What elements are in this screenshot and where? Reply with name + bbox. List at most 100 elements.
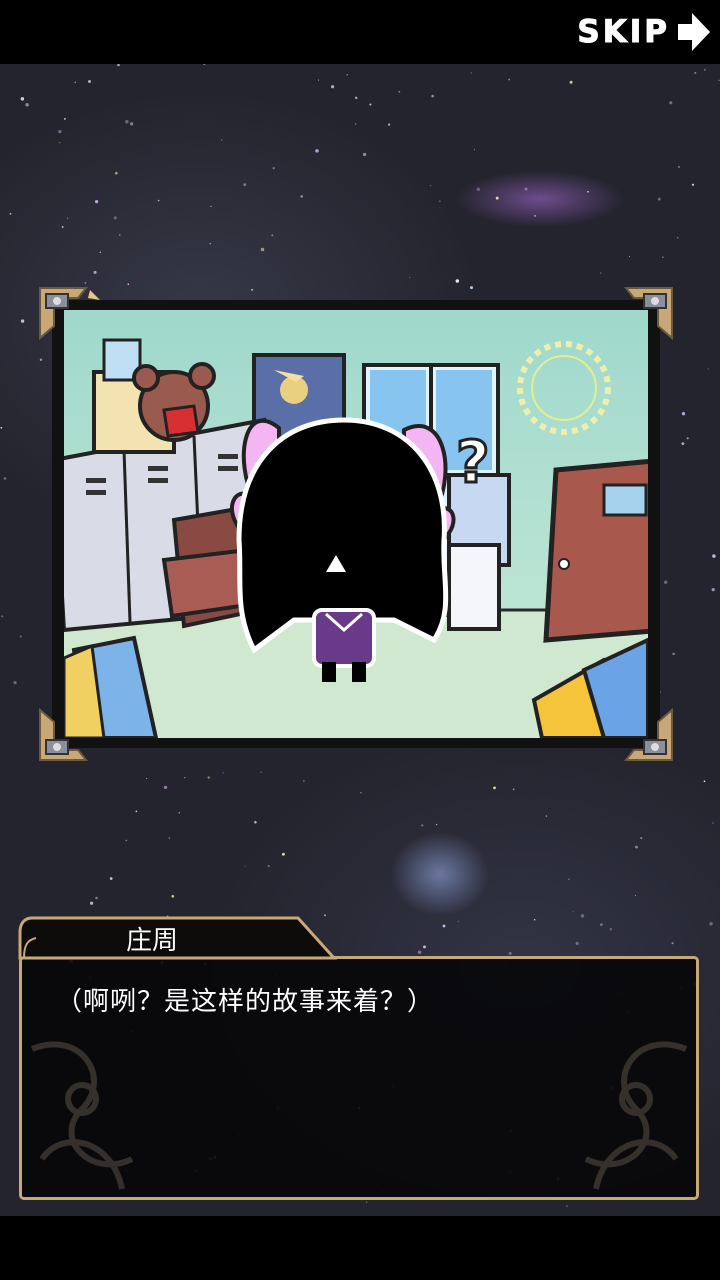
star <box>707 368 709 370</box>
star <box>455 279 460 283</box>
top-bar: SKIP <box>0 0 720 64</box>
door <box>543 458 648 643</box>
star <box>534 215 536 217</box>
star <box>664 580 668 584</box>
star <box>439 200 441 203</box>
dialog-text: （啊咧？是这样的故事来着？） <box>56 987 435 1017</box>
star <box>671 942 674 945</box>
star <box>435 823 438 826</box>
star <box>20 97 25 101</box>
star <box>580 914 585 918</box>
star <box>157 199 160 202</box>
star <box>221 139 223 141</box>
skip-button[interactable]: SKIP <box>577 8 712 56</box>
teddy-bear <box>132 362 216 442</box>
star <box>210 205 212 208</box>
speaker-name: 庄周 <box>126 926 179 956</box>
skip-label: SKIP <box>577 14 670 51</box>
star <box>89 901 94 905</box>
speaker-name-plate: 庄周 <box>18 914 338 960</box>
star <box>251 288 254 291</box>
star <box>360 792 362 794</box>
star <box>25 103 29 107</box>
game-screen[interactable]: SKIP ? （啊咧？是这样的故事来着？） 庄周 <box>0 0 720 1280</box>
star <box>222 772 224 774</box>
star <box>1 615 4 618</box>
star <box>300 195 303 198</box>
star <box>409 276 411 278</box>
star <box>125 119 129 124</box>
star <box>19 635 22 638</box>
star <box>135 810 138 813</box>
star <box>691 183 695 186</box>
star <box>686 437 689 440</box>
star <box>609 927 613 931</box>
star <box>119 234 121 236</box>
star <box>129 122 134 126</box>
star <box>681 442 685 446</box>
star <box>704 69 706 71</box>
star <box>113 216 117 220</box>
star <box>676 236 679 239</box>
star <box>362 152 367 157</box>
star <box>178 811 181 814</box>
star <box>13 681 17 685</box>
frame-corner-ornament <box>623 707 673 761</box>
frame-corner-ornament <box>39 287 100 341</box>
star <box>476 187 481 191</box>
star <box>39 358 43 361</box>
story-scene-illustration: ? <box>64 310 648 738</box>
star <box>508 78 511 81</box>
star <box>495 196 499 200</box>
star <box>243 183 247 187</box>
star <box>281 852 285 856</box>
star <box>207 776 210 779</box>
star <box>354 96 358 100</box>
star <box>317 79 320 81</box>
star <box>95 200 99 204</box>
star <box>431 94 434 98</box>
star <box>662 256 664 258</box>
star <box>93 270 97 274</box>
star <box>569 80 573 84</box>
star <box>629 256 630 258</box>
star <box>84 281 87 284</box>
star <box>442 924 446 928</box>
star <box>508 951 512 955</box>
star <box>117 64 120 67</box>
star <box>712 822 714 824</box>
star <box>657 197 661 201</box>
star <box>203 64 206 66</box>
star <box>67 217 69 219</box>
star <box>74 81 76 84</box>
star <box>718 79 720 81</box>
star <box>694 71 697 74</box>
star <box>470 72 472 74</box>
star <box>634 845 638 849</box>
star <box>145 777 148 780</box>
star <box>184 777 186 779</box>
question-mark: ? <box>456 428 490 496</box>
star <box>254 820 257 824</box>
star <box>115 171 118 175</box>
star <box>315 149 319 153</box>
star <box>423 945 426 949</box>
star <box>568 878 570 881</box>
arrow-right-icon <box>678 13 710 51</box>
star <box>512 788 515 791</box>
dialog-box[interactable]: （啊咧？是这样的故事来着？） <box>19 956 699 1200</box>
bottom-bar <box>0 1216 720 1280</box>
scene-picture-frame: ? <box>39 287 673 761</box>
star <box>168 837 171 839</box>
star <box>0 426 3 429</box>
star <box>457 920 460 923</box>
star <box>672 652 675 656</box>
star <box>712 554 716 558</box>
star <box>267 865 270 868</box>
star <box>260 247 265 252</box>
star <box>99 251 101 253</box>
star <box>711 587 715 592</box>
star <box>572 910 574 912</box>
star <box>678 165 680 168</box>
star <box>109 877 113 880</box>
